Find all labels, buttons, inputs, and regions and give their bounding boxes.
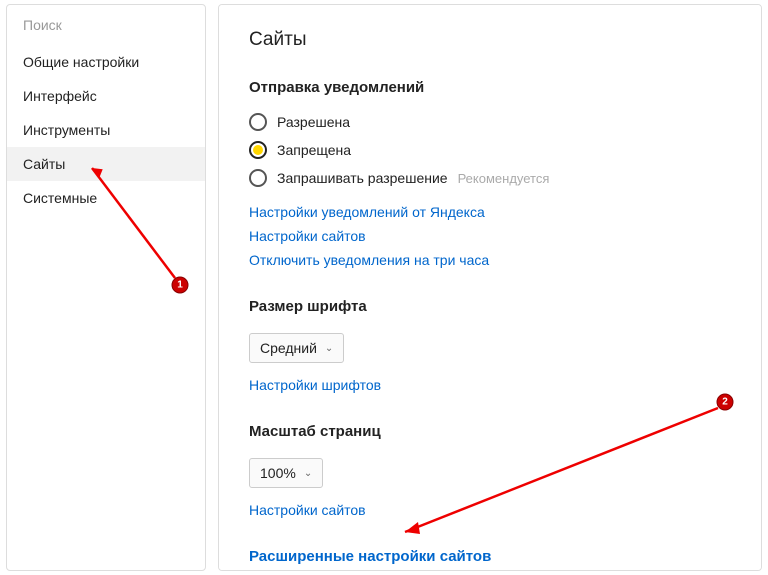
link-yandex-notifications[interactable]: Настройки уведомлений от Яндекса [249,204,731,220]
radio-icon [249,169,267,187]
font-size-section: Размер шрифта Средний ⌄ Настройки шрифто… [249,298,731,393]
sidebar-item-sites[interactable]: Сайты [7,147,205,181]
sidebar-item-general[interactable]: Общие настройки [7,45,205,79]
sidebar-item-system[interactable]: Системные [7,181,205,215]
radio-ask[interactable]: Запрашивать разрешение Рекомендуется [249,164,731,192]
radio-hint: Рекомендуется [458,171,550,186]
dropdown-value: Средний [260,340,317,356]
link-font-settings[interactable]: Настройки шрифтов [249,377,731,393]
radio-label: Разрешена [277,114,350,130]
notifications-section: Отправка уведомлений Разрешена Запрещена… [249,79,731,268]
font-size-heading: Размер шрифта [249,298,731,315]
link-disable-3h[interactable]: Отключить уведомления на три часа [249,252,731,268]
page-zoom-section: Масштаб страниц 100% ⌄ Настройки сайтов [249,423,731,518]
radio-label: Запрашивать разрешение [277,170,448,186]
link-advanced-site-settings[interactable]: Расширенные настройки сайтов [249,548,731,565]
link-zoom-site-settings[interactable]: Настройки сайтов [249,502,731,518]
page-zoom-dropdown[interactable]: 100% ⌄ [249,458,323,488]
font-size-dropdown[interactable]: Средний ⌄ [249,333,344,363]
page-zoom-heading: Масштаб страниц [249,423,731,440]
chevron-down-icon: ⌄ [325,343,333,354]
radio-icon [249,141,267,159]
sidebar-search[interactable]: Поиск [7,5,205,45]
radio-allowed[interactable]: Разрешена [249,108,731,136]
page-title: Сайты [249,29,731,51]
sidebar-item-interface[interactable]: Интерфейс [7,79,205,113]
notifications-heading: Отправка уведомлений [249,79,731,96]
radio-icon [249,113,267,131]
link-site-settings[interactable]: Настройки сайтов [249,228,731,244]
settings-sidebar: Поиск Общие настройки Интерфейс Инструме… [6,4,206,571]
radio-denied[interactable]: Запрещена [249,136,731,164]
notifications-radio-group: Разрешена Запрещена Запрашивать разрешен… [249,108,731,192]
settings-main: Сайты Отправка уведомлений Разрешена Зап… [218,4,762,571]
sidebar-item-tools[interactable]: Инструменты [7,113,205,147]
dropdown-value: 100% [260,465,296,481]
radio-label: Запрещена [277,142,351,158]
chevron-down-icon: ⌄ [304,468,312,479]
